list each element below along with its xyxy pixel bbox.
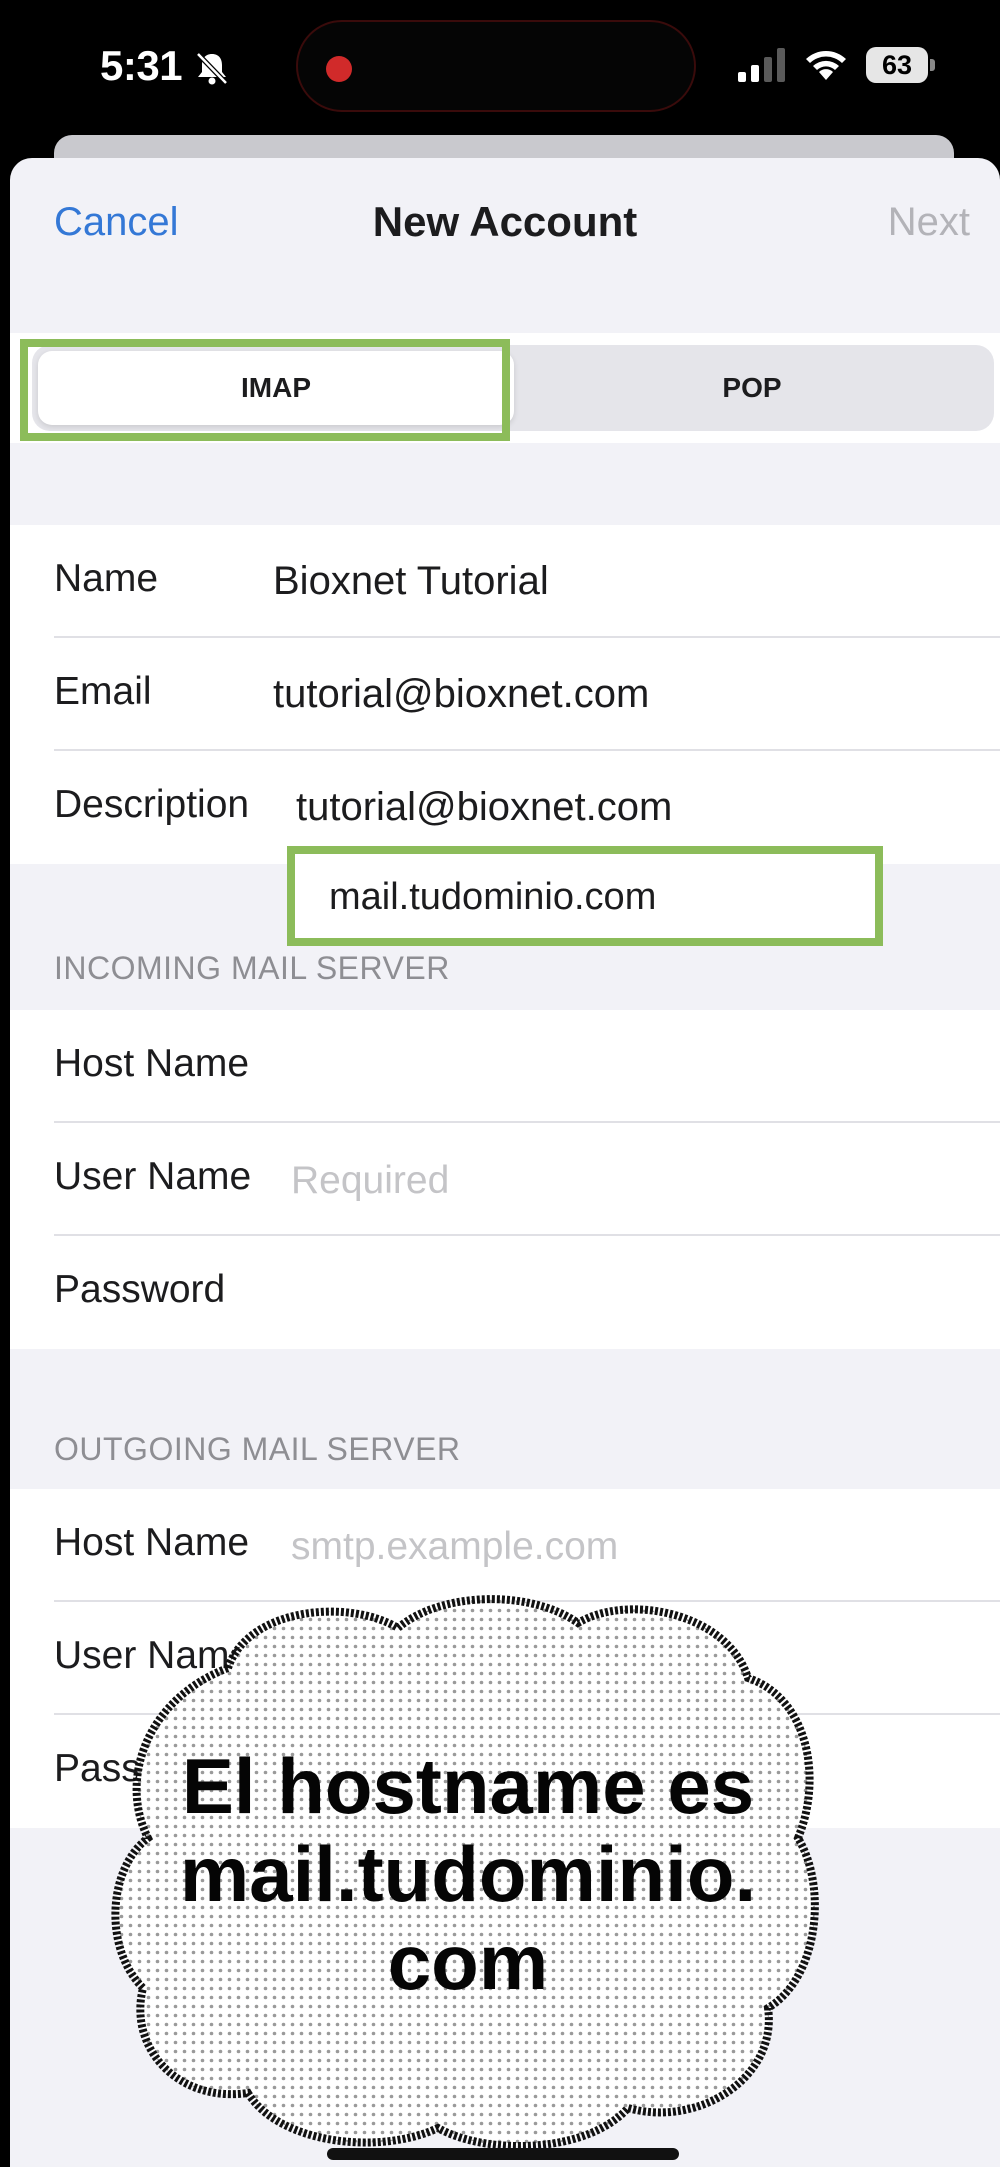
page-title: New Account — [372, 198, 638, 245]
recording-indicator — [326, 56, 352, 82]
caption-line-1: El hostname es — [181, 1742, 755, 1830]
account-details-group: Name Bioxnet Tutorial Email tutorial@bio… — [10, 525, 1000, 864]
incoming-mail-server-header: INCOMING MAIL SERVER — [54, 950, 450, 986]
battery-tip — [930, 59, 935, 71]
description-field[interactable]: tutorial@bioxnet.com — [296, 785, 672, 830]
email-field[interactable]: tutorial@bioxnet.com — [273, 672, 649, 717]
outgoing-host-label: Host Name — [54, 1521, 250, 1564]
email-label: Email — [54, 670, 152, 713]
incoming-user-row[interactable]: User Name Required — [10, 1123, 1000, 1236]
incoming-password-row[interactable]: Password — [10, 1236, 1000, 1349]
bell-slash-icon — [196, 52, 228, 85]
incoming-host-value: mail.tudominio.com — [329, 876, 657, 918]
caption-line-2: mail.tudominio. — [179, 1830, 757, 1918]
outgoing-host-field[interactable]: smtp.example.com — [291, 1525, 618, 1569]
incoming-user-label: User Name — [54, 1155, 252, 1198]
signal-icon — [738, 48, 785, 82]
caption-line-3: com — [387, 1918, 549, 2006]
name-label: Name — [54, 557, 159, 600]
name-row[interactable]: Name Bioxnet Tutorial — [10, 525, 1000, 638]
wifi-icon — [806, 51, 846, 80]
incoming-host-label: Host Name — [54, 1042, 250, 1085]
description-label: Description — [54, 783, 250, 826]
outgoing-host-row[interactable]: Host Name smtp.example.com — [10, 1489, 1000, 1602]
battery-level: 63 — [866, 47, 928, 83]
incoming-server-group: Host Name User Name Required Password — [10, 1010, 1000, 1349]
incoming-host-field[interactable]: mail.tudominio.com — [287, 846, 883, 946]
status-bar: 5:31 63 — [0, 0, 1000, 140]
incoming-user-field[interactable]: Required — [291, 1159, 449, 1203]
dynamic-island — [296, 20, 696, 112]
navigation-bar: Cancel New Account Next — [10, 158, 1000, 288]
email-row[interactable]: Email tutorial@bioxnet.com — [10, 638, 1000, 751]
battery-icon: 63 — [866, 47, 936, 83]
outgoing-mail-server-header: OUTGOING MAIL SERVER — [54, 1431, 461, 1467]
next-button[interactable]: Next — [888, 200, 970, 245]
home-indicator[interactable] — [327, 2148, 679, 2160]
imap-highlight-box — [20, 339, 510, 441]
status-time: 5:31 — [100, 42, 183, 89]
caption-text: El hostname es mail.tudominio. com — [108, 1742, 828, 2006]
name-field[interactable]: Bioxnet Tutorial — [273, 559, 549, 604]
incoming-host-row[interactable]: Host Name — [10, 1010, 1000, 1123]
segment-pop[interactable]: POP — [514, 351, 990, 425]
incoming-password-label: Password — [54, 1268, 226, 1311]
